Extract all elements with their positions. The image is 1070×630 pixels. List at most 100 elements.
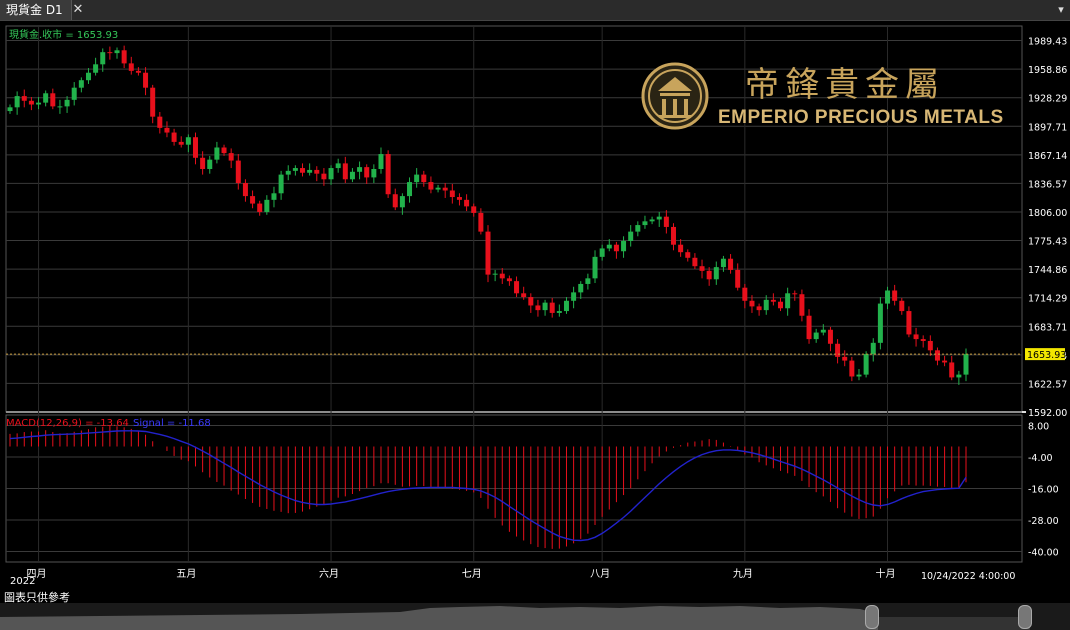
candle-body	[713, 267, 719, 280]
candle-body	[228, 153, 234, 161]
candle-body	[378, 154, 384, 169]
candle-body	[71, 87, 77, 100]
candle-body	[927, 340, 933, 351]
close-icon[interactable]: ✕	[68, 0, 88, 20]
candle-body	[578, 283, 584, 293]
candle-body	[321, 173, 327, 180]
candle-body	[542, 302, 548, 311]
candle-body	[14, 96, 20, 108]
tab-bar: 現貨金 D1 ✕ ▾	[0, 0, 1070, 21]
chart-tab-title: 現貨金 D1	[6, 3, 63, 17]
candle-body	[685, 252, 691, 258]
candle-body	[827, 329, 833, 344]
candle-body	[656, 216, 662, 220]
candle-body	[135, 70, 141, 73]
x-last-date-label: 10/24/2022 4:00:00	[921, 571, 1015, 582]
chart-scrollbar[interactable]	[0, 603, 1070, 630]
candle-body	[613, 244, 619, 252]
candle-body	[428, 182, 434, 190]
candle-body	[870, 342, 876, 355]
candle-body	[114, 50, 120, 54]
candle-body	[442, 187, 448, 191]
candle-body	[36, 102, 42, 105]
candle-body	[799, 294, 805, 316]
candle-body	[835, 343, 841, 357]
candle-body	[506, 278, 512, 282]
macd-y-tick-label: 8.00	[1028, 422, 1049, 433]
candle-body	[107, 52, 113, 54]
candle-body	[485, 231, 491, 275]
candle-body	[749, 300, 755, 307]
candle-body	[785, 293, 791, 309]
logo-english-text: EMPERIO PRECIOUS METALS	[718, 107, 1004, 128]
candle-body	[78, 80, 84, 88]
candle-body	[171, 132, 177, 142]
scroll-handle-left[interactable]	[865, 605, 879, 629]
candle-body	[43, 93, 49, 103]
price-y-tick-label: 1744.86	[1028, 265, 1067, 276]
candle-body	[364, 167, 370, 178]
candle-body	[157, 116, 163, 128]
candle-body	[128, 63, 134, 71]
candle-body	[842, 356, 848, 361]
candle-body	[956, 374, 962, 378]
macd-histogram	[9, 426, 967, 549]
candle-body	[464, 199, 470, 207]
candle-body	[264, 199, 270, 212]
candle-body	[192, 137, 198, 158]
candle-body	[742, 287, 748, 301]
candle-body	[499, 273, 505, 279]
candle-body	[385, 154, 391, 195]
candle-body	[663, 216, 669, 227]
candle-body	[392, 194, 398, 208]
chevron-down-icon[interactable]: ▾	[1054, 0, 1068, 20]
scroll-handle-right[interactable]	[1018, 605, 1032, 629]
candle-body	[670, 226, 676, 245]
price-y-tick-label: 1775.43	[1028, 237, 1067, 248]
candle-body	[121, 50, 127, 64]
candle-body	[21, 96, 27, 101]
candle-body	[57, 106, 63, 108]
candle-body	[606, 244, 612, 249]
price-y-tick-label: 1836.57	[1028, 179, 1067, 190]
candle-body	[628, 231, 634, 241]
logo: 帝鋒貴金屬 EMPERIO PRECIOUS METALS	[640, 55, 1020, 145]
price-y-tick-label: 1989.43	[1028, 37, 1067, 48]
price-title-label: 現貨金.收市 = 1653.93	[9, 28, 118, 41]
candle-body	[207, 159, 213, 169]
candle-body	[185, 137, 191, 145]
candle-body	[806, 315, 812, 340]
candle-body	[278, 174, 284, 194]
candle-body	[778, 301, 784, 309]
candle-body	[514, 281, 520, 294]
candle-body	[64, 99, 70, 107]
candle-body	[371, 168, 377, 178]
candle-body	[492, 273, 498, 275]
candle-body	[728, 258, 734, 270]
candle-body	[934, 350, 940, 361]
candle-body	[50, 93, 56, 107]
candle-body	[571, 292, 577, 301]
price-y-tick-label: 1622.57	[1028, 379, 1067, 390]
candle-body	[649, 219, 655, 222]
candle-body	[100, 52, 106, 65]
macd-y-tick-label: -28.00	[1028, 516, 1059, 527]
candle-body	[93, 64, 99, 73]
x-tick-label: 五月	[176, 568, 196, 580]
chart-tab[interactable]: 現貨金 D1	[0, 0, 72, 20]
candle-body	[214, 147, 220, 160]
candle-body	[763, 299, 769, 311]
price-y-tick-label: 1958.86	[1028, 65, 1067, 76]
candle-body	[257, 203, 263, 212]
x-tick-label: 八月	[590, 568, 610, 580]
logo-emblem-icon	[641, 62, 709, 130]
candle-body	[592, 256, 598, 279]
candle-body	[399, 196, 405, 208]
candle-body	[856, 374, 862, 377]
candle-body	[478, 212, 484, 232]
candle-body	[885, 290, 891, 304]
candle-body	[235, 160, 241, 184]
candle-body	[906, 311, 912, 335]
candle-body	[892, 290, 898, 301]
candle-body	[913, 334, 919, 340]
